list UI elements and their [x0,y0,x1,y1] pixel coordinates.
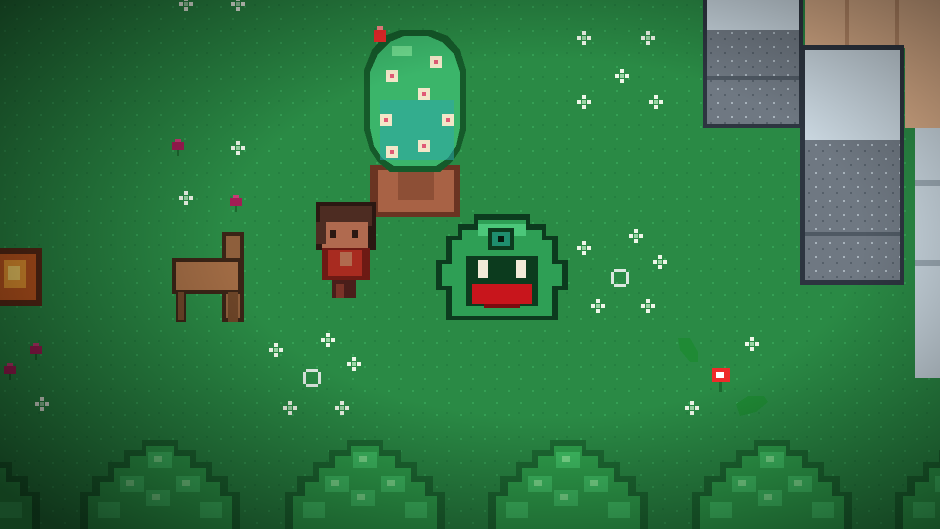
vignette-overlay [0,0,940,529]
game-scene [0,0,940,529]
